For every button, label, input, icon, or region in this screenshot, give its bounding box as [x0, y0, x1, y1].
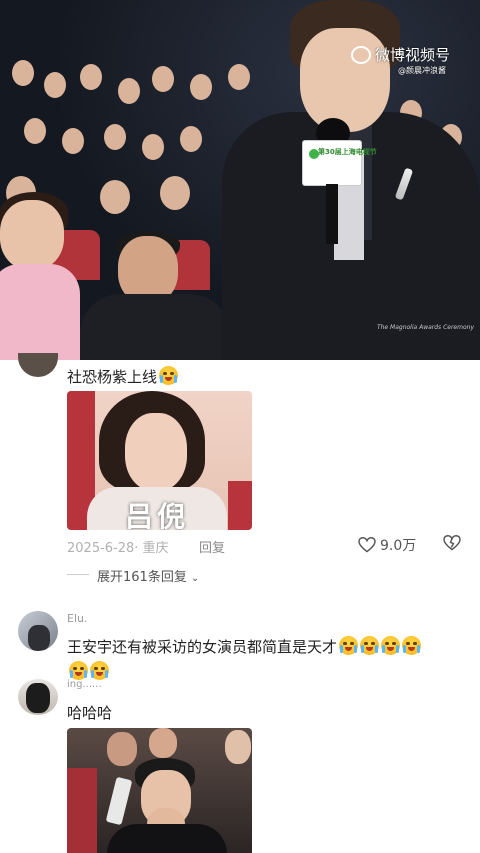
laughing-crying-emoji-icon: [159, 366, 179, 385]
comment2-text: 王安宇还有被采访的女演员都简直是天才: [67, 638, 338, 656]
comment1-image[interactable]: 吕倪: [67, 391, 252, 530]
comment1-date: 2025-6-28: [67, 541, 135, 556]
heart-icon: [358, 537, 376, 553]
image-bg-person-1: [107, 732, 137, 766]
loudly-crying-emoji-icon: [90, 661, 109, 680]
image-woman-face: [125, 413, 187, 491]
comment3-username[interactable]: ing......: [67, 679, 102, 690]
watermark-account: @颜晨冲浪酱: [398, 66, 446, 75]
microphone: [302, 118, 362, 244]
ceremony-banner-text: The Magnolia Awards Ceremony: [376, 324, 474, 331]
comment2-username[interactable]: Elu.: [67, 612, 87, 625]
comment1-likes: 9.0万: [380, 538, 417, 554]
image-phone: [105, 776, 133, 826]
mic-flag-label: 第30届上海电视节: [318, 148, 377, 156]
broken-heart-icon: [443, 534, 461, 551]
comment1-meta: 2025-6-28· 重庆: [67, 537, 169, 556]
image-caption: 吕倪: [125, 500, 190, 530]
weibo-watermark: 微博视频号: [350, 44, 450, 65]
audience-woman-pink: [0, 192, 80, 360]
comment1-text-line: 社恐杨紫上线: [67, 366, 179, 387]
weibo-logo-icon: [350, 45, 371, 64]
comment3-text: 哈哈哈: [67, 704, 113, 722]
comment1-text: 社恐杨紫上线: [67, 368, 158, 386]
expand-replies-label: 展开161条回复: [97, 570, 187, 585]
comment2-avatar[interactable]: [18, 611, 58, 651]
comment3-avatar[interactable]: [18, 679, 58, 715]
comment1-avatar[interactable]: [18, 353, 58, 377]
comment1-like-button[interactable]: 9.0万: [358, 535, 416, 555]
audience-man-dark: [80, 232, 230, 360]
image-bg-person-2: [149, 728, 177, 758]
image-man-suit: [107, 824, 227, 853]
expand-divider: [67, 574, 89, 575]
loudly-crying-emoji-icon: [339, 636, 359, 655]
watermark-brand: 微博视频号: [374, 46, 450, 64]
image-seat-right: [228, 481, 252, 530]
image-bg-person-3: [225, 730, 251, 764]
video-frame[interactable]: 第30届上海电视节 微博视频号 @颜晨冲浪酱 The Magnolia Awar…: [0, 0, 480, 360]
comment2-text-line: 王安宇还有被采访的女演员都简直是天才: [67, 636, 422, 657]
comment2-avatar-figure: [28, 625, 50, 651]
chevron-down-icon: ⌄: [190, 573, 200, 584]
comment1-reply-button[interactable]: 回复: [199, 537, 225, 556]
loudly-crying-emoji-icon: [381, 636, 401, 655]
image-seat-red: [67, 768, 97, 853]
comment3-avatar-figure: [26, 683, 50, 713]
comment1-location: · 重庆: [134, 541, 169, 556]
comment1-dislike-button[interactable]: [443, 534, 461, 555]
comment3-image[interactable]: [67, 728, 252, 853]
loudly-crying-emoji-icon: [360, 636, 380, 655]
expand-replies-button[interactable]: 展开161条回复 ⌄: [97, 566, 199, 585]
comment2-text-line2: [67, 661, 109, 681]
loudly-crying-emoji-icon: [402, 636, 422, 655]
loudly-crying-emoji-icon: [69, 661, 88, 680]
